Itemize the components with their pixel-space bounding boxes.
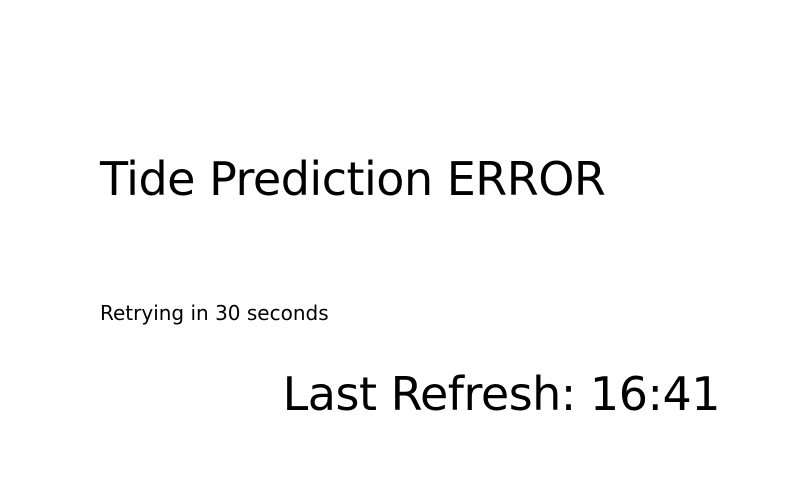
tide-display-screen: Tide Prediction ERROR Retrying in 30 sec…	[0, 0, 800, 480]
last-refresh-time: Last Refresh: 16:41	[282, 367, 721, 421]
retry-message: Retrying in 30 seconds	[100, 301, 329, 325]
error-title: Tide Prediction ERROR	[100, 152, 606, 206]
